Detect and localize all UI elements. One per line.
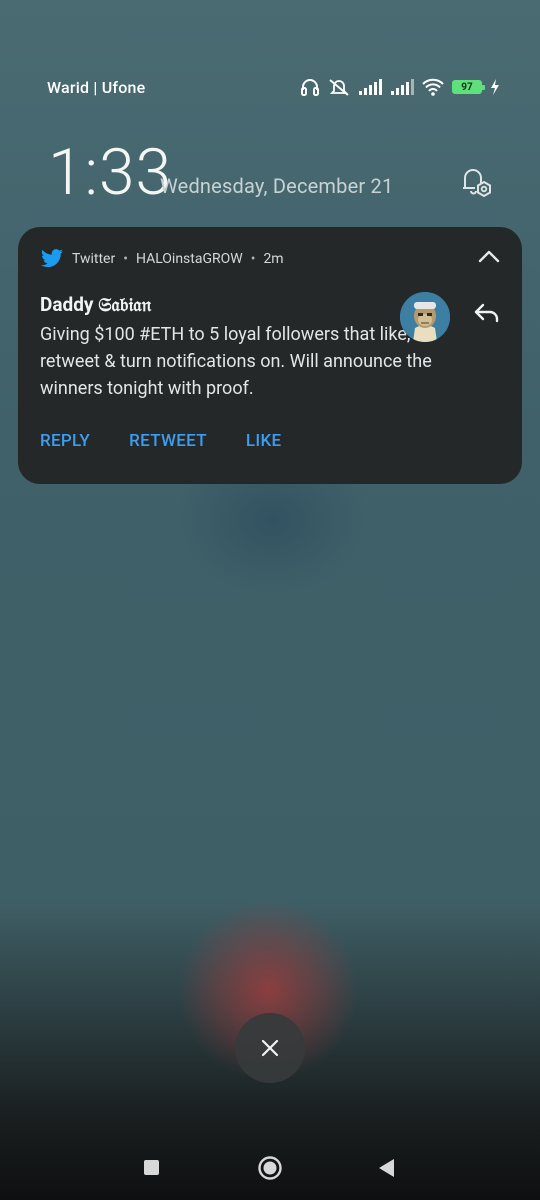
mute-icon — [329, 79, 349, 96]
clock-row: 1:33 Wednesday, December 21 — [48, 140, 500, 206]
status-icons: 97 — [300, 78, 500, 96]
dismiss-button[interactable] — [235, 1013, 305, 1083]
recents-square-icon[interactable] — [143, 1159, 160, 1176]
carrier-name: Warid | Ufone — [47, 77, 146, 97]
notification-settings-icon[interactable] — [460, 165, 494, 197]
signal-icon — [391, 79, 414, 95]
battery-level: 97 — [461, 81, 473, 93]
avatar — [400, 292, 450, 342]
notification-sender: Daddy 𝔖𝔞𝔟𝔦𝔞𝔫 — [40, 293, 152, 316]
notification-age: 2m — [263, 251, 284, 267]
notification-actions: REPLY RETWEET LIKE — [40, 431, 281, 451]
retweet-button[interactable]: RETWEET — [129, 431, 207, 451]
notification-app-name: Twitter — [72, 251, 116, 267]
like-button[interactable]: LIKE — [246, 431, 282, 451]
twitter-bird-icon — [41, 249, 63, 268]
status-bar: Warid | Ufone 97 — [47, 74, 500, 100]
clock-time: 1:33 — [48, 135, 172, 210]
navigation-bar — [0, 1138, 540, 1198]
reply-arrow-icon[interactable] — [474, 303, 500, 323]
notification-header: Twitter • HALOinstaGROW • 2m — [40, 249, 284, 269]
charging-icon — [491, 79, 499, 95]
header-separator: • — [123, 251, 128, 267]
signal-icon — [359, 79, 382, 95]
headphones-icon — [301, 79, 319, 96]
twitter-notification-card[interactable]: Twitter • HALOinstaGROW • 2m Daddy 𝔖𝔞𝔟𝔦𝔞… — [18, 227, 522, 484]
battery-icon: 97 — [452, 80, 485, 94]
back-triangle-icon[interactable] — [378, 1158, 396, 1178]
notification-account: HALOinstaGROW — [135, 251, 243, 267]
close-icon — [261, 1039, 279, 1057]
ape-avatar-image — [400, 292, 450, 342]
wifi-icon — [422, 78, 444, 96]
clock-date: Wednesday, December 21 — [160, 174, 394, 198]
chevron-up-icon[interactable] — [478, 249, 500, 263]
home-circle-icon[interactable] — [257, 1155, 283, 1181]
reply-button[interactable]: REPLY — [40, 431, 90, 451]
header-separator: • — [250, 251, 256, 267]
